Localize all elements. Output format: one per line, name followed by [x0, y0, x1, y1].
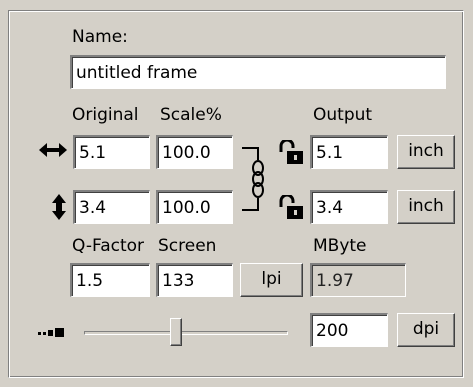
frame-dialog: Name: untitled frame Original Scale% Out…: [0, 0, 473, 387]
vertical-arrows-icon: [52, 194, 66, 220]
output-label: Output: [313, 105, 373, 125]
resolution-slider-thumb[interactable]: [170, 318, 182, 346]
output-width-input[interactable]: 5.1: [310, 135, 388, 169]
resolution-icon: [38, 328, 64, 337]
resolution-input[interactable]: 200: [310, 313, 388, 347]
screen-unit-button[interactable]: lpi: [240, 263, 303, 297]
chain-link-icon[interactable]: [240, 146, 266, 212]
name-input[interactable]: untitled frame: [70, 55, 446, 89]
horizontal-arrows-icon: [39, 143, 67, 157]
screen-input[interactable]: 133: [156, 263, 233, 297]
height-unit-button[interactable]: inch: [397, 190, 455, 224]
qfactor-label: Q-Factor: [72, 236, 145, 256]
padlock-icon[interactable]: [278, 140, 306, 166]
resolution-slider-track[interactable]: [84, 331, 288, 335]
width-unit-button[interactable]: inch: [397, 135, 455, 169]
output-height-input[interactable]: 3.4: [310, 190, 388, 224]
mbyte-label: MByte: [313, 236, 367, 256]
resolution-unit-button[interactable]: dpi: [397, 313, 455, 347]
original-label: Original: [72, 105, 139, 125]
original-height-input[interactable]: 3.4: [73, 190, 150, 224]
scale-width-input[interactable]: 100.0: [156, 135, 233, 169]
mbyte-readout: 1.97: [310, 263, 406, 297]
scale-label: Scale%: [160, 105, 222, 125]
scale-height-input[interactable]: 100.0: [156, 190, 233, 224]
qfactor-input[interactable]: 1.5: [70, 263, 150, 297]
original-width-input[interactable]: 5.1: [73, 135, 150, 169]
padlock-icon[interactable]: [278, 195, 306, 221]
screen-label: Screen: [158, 236, 217, 256]
name-label: Name:: [72, 27, 128, 47]
